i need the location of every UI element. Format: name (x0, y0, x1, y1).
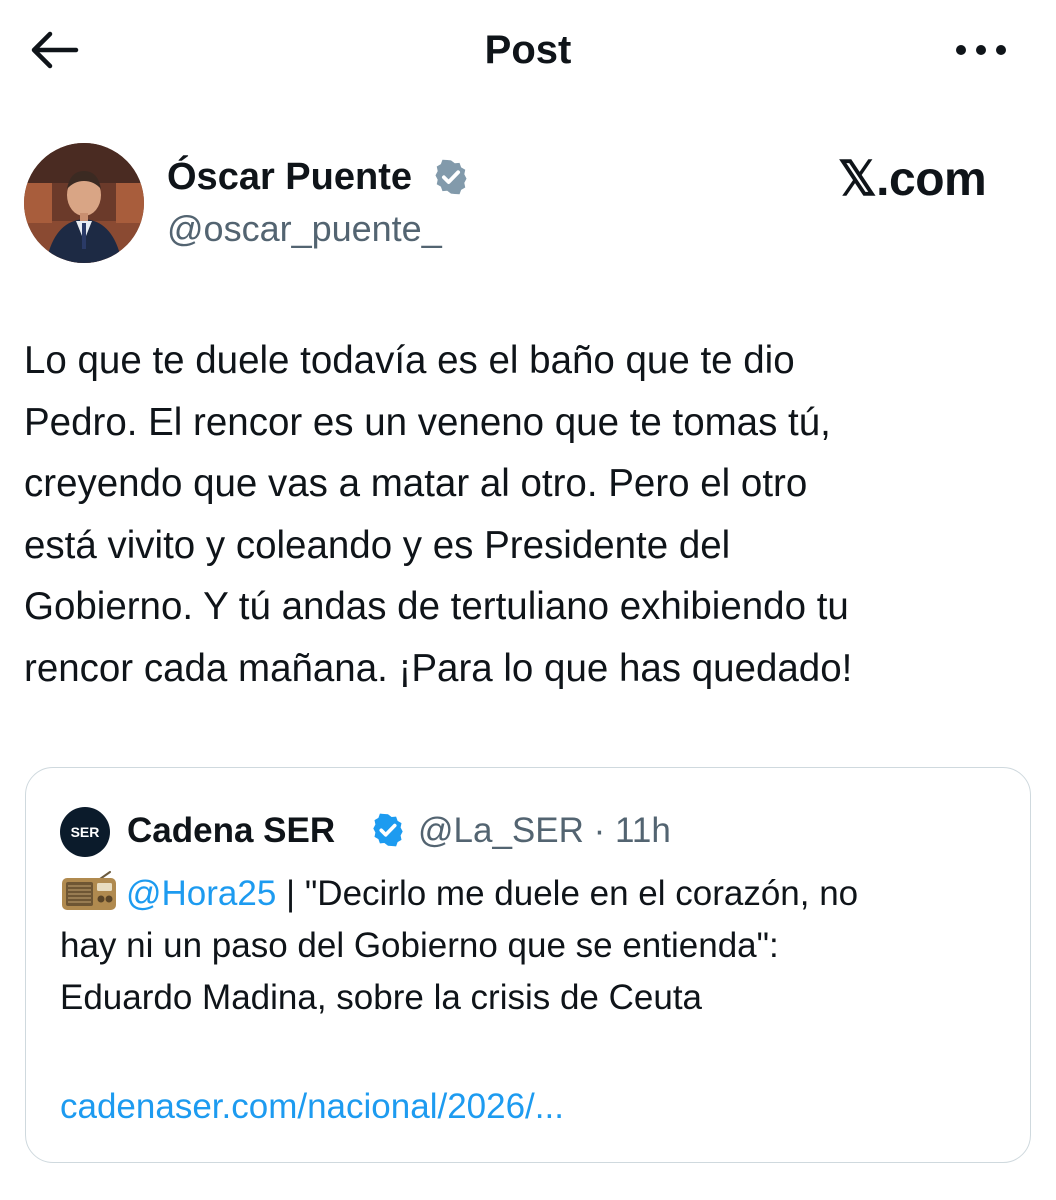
post-text-line: creyendo que vas a matar al otro. Pero e… (24, 462, 808, 505)
more-options-button[interactable] (944, 26, 1018, 74)
x-com-watermark: 𝕏.com (838, 153, 987, 206)
avatar-image (24, 143, 144, 263)
post-text-line: Pedro. El rencor es un veneno que te tom… (24, 400, 831, 444)
quoted-author-handle-time[interactable]: @La_SER · 11h (418, 808, 671, 854)
post-text-line: Lo que te duele todavía es el baño que t… (24, 339, 795, 382)
post-text-line: rencor cada mañana. ¡Para lo que has que… (24, 646, 853, 690)
verified-badge-icon (432, 158, 470, 196)
author-handle[interactable]: @oscar_puente_ (167, 205, 442, 253)
quoted-text-line-1: @Hora25 | "Decirlo me duele en el corazó… (60, 868, 1000, 920)
page-title: Post (484, 28, 572, 72)
post-text-line: Gobierno. Y tú andas de tertuliano exhib… (24, 585, 849, 628)
quoted-post-text: @Hora25 | "Decirlo me duele en el corazó… (60, 868, 1000, 1024)
quoted-author-avatar[interactable]: SER (60, 807, 110, 857)
quoted-text-line-2: hay ni un paso del Gobierno que se entie… (60, 926, 779, 965)
radio-icon (60, 871, 118, 911)
post-text: Lo que te duele todavía es el baño que t… (24, 330, 1034, 699)
more-horizontal-icon (956, 45, 1006, 55)
author-avatar[interactable] (24, 143, 144, 263)
mention-link[interactable]: @Hora25 (126, 874, 276, 913)
quoted-author-name[interactable]: Cadena SER (127, 808, 335, 854)
quoted-text-line-3: Eduardo Madina, sobre la crisis de Ceuta (60, 978, 703, 1017)
ser-logo-icon: SER (71, 824, 100, 840)
author-name[interactable]: Óscar Puente (167, 152, 412, 202)
ser-logo-text: SER (71, 824, 100, 840)
article-link[interactable]: cadenaser.com/nacional/2026/... (60, 1083, 564, 1131)
quoted-text-segment: | "Decirlo me duele en el corazón, no (276, 874, 859, 913)
post-text-line: está vivito y coleando y es Presidente d… (24, 523, 731, 567)
verified-badge-icon (370, 812, 406, 848)
